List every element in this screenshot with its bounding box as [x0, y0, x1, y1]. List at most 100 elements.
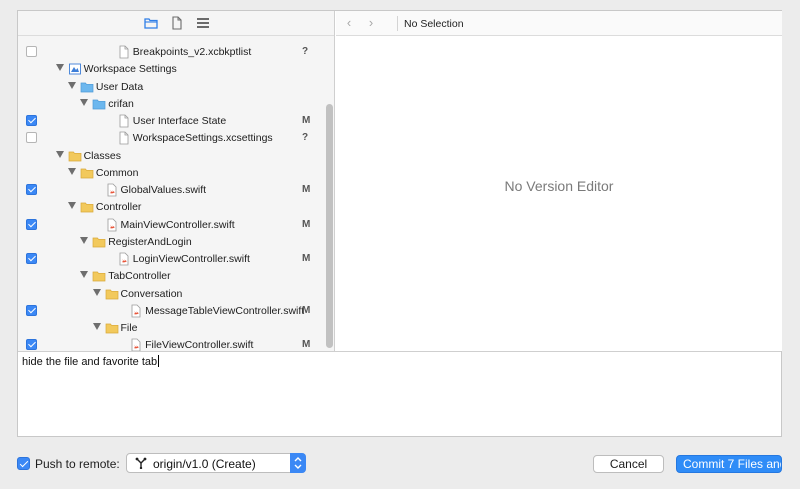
tree-row[interactable]: RegisterAndLogin — [18, 234, 322, 251]
tree-row[interactable]: User Data — [18, 79, 322, 96]
tree-row[interactable]: File — [18, 320, 322, 337]
tree-row[interactable]: LoginViewController.swift M — [18, 251, 322, 268]
list-icon[interactable] — [196, 16, 210, 30]
scm-status-badge: M — [302, 218, 311, 230]
tree-item-label: GlobalValues.swift — [120, 184, 207, 196]
tree-item-label: MessageTableViewController.swift — [145, 304, 305, 317]
disclosure-triangle-icon[interactable] — [55, 64, 64, 72]
tree-row[interactable]: Workspace Settings — [18, 61, 322, 78]
tree-row[interactable]: Conversation — [18, 286, 322, 303]
tree-row[interactable]: Classes — [18, 148, 322, 165]
include-file-checkbox[interactable] — [26, 184, 37, 195]
file-icon — [117, 131, 131, 145]
folder-icon — [68, 149, 82, 163]
disclosure-triangle-icon[interactable] — [55, 150, 64, 158]
file-navigator: Breakpoints_v2.xcbkptlist? Workspace Sett… — [18, 11, 335, 351]
scrollbar-thumb[interactable] — [326, 104, 333, 348]
tree-row[interactable]: Breakpoints_v2.xcbkptlist? — [18, 44, 322, 61]
folder-icon — [92, 235, 106, 249]
tree-item-label: RegisterAndLogin — [108, 235, 192, 248]
text-caret — [158, 355, 160, 367]
tree-item-label: Controller — [95, 201, 142, 214]
plist-file-icon — [117, 45, 131, 59]
scm-status-badge: M — [302, 253, 311, 264]
tree-row[interactable]: Controller — [18, 199, 322, 216]
swift-file-icon — [105, 183, 119, 197]
scm-status-badge: ? — [302, 132, 309, 144]
tree-item-label: Common — [95, 166, 139, 179]
scm-status-badge: ? — [302, 46, 309, 57]
tree-item-label: crifan — [108, 97, 134, 110]
disclosure-triangle-icon[interactable] — [67, 167, 76, 175]
include-file-checkbox[interactable] — [26, 115, 37, 126]
popup-stepper-icon[interactable] — [290, 453, 306, 473]
jump-bar-divider — [397, 16, 398, 31]
tree-item-label: LoginViewController.swift — [132, 253, 250, 265]
include-file-checkbox[interactable] — [26, 132, 37, 144]
tree-row[interactable]: Common — [18, 165, 322, 182]
tree-item-label: User Interface State — [132, 115, 227, 127]
commit-message-text: hide the file and favorite tab — [22, 356, 158, 368]
remote-branch-value: origin/v1.0 (Create) — [153, 457, 256, 471]
disclosure-triangle-icon[interactable] — [80, 98, 89, 106]
push-to-remote-checkbox[interactable] — [17, 457, 30, 470]
tree-row[interactable]: User Interface State M — [18, 113, 322, 130]
push-to-remote-label: Push to remote: — [35, 457, 120, 471]
commit-button[interactable]: Commit 7 Files and Push — [676, 455, 782, 473]
tree-item-label: WorkspaceSettings.xcsettings — [132, 132, 273, 145]
swift-file-icon — [129, 338, 143, 351]
back-arrow-icon[interactable]: ‹ — [342, 16, 356, 30]
jump-bar: ‹ › No Selection — [336, 11, 782, 36]
commit-sheet: Breakpoints_v2.xcbkptlist? Workspace Sett… — [17, 10, 782, 437]
navigator-tab-bar — [18, 11, 334, 36]
tree-row[interactable]: FileViewController.swift M — [18, 337, 322, 351]
document-icon[interactable] — [170, 16, 184, 30]
folder-icon — [105, 287, 119, 301]
remote-branch-popup[interactable]: origin/v1.0 (Create) — [126, 453, 306, 473]
tree-item-label: FileViewController.swift — [145, 339, 254, 351]
folder-icon — [92, 269, 106, 283]
disclosure-triangle-icon[interactable] — [92, 323, 101, 330]
include-file-checkbox[interactable] — [26, 339, 37, 351]
branch-icon — [135, 457, 147, 470]
scm-status-badge: M — [302, 339, 311, 351]
tree-row[interactable]: GlobalValues.swift M — [18, 182, 322, 199]
include-file-checkbox[interactable] — [26, 253, 37, 264]
jump-bar-selection[interactable]: No Selection — [404, 18, 464, 30]
tree-item-label: Conversation — [120, 287, 183, 300]
no-version-editor-label: No Version Editor — [504, 178, 614, 194]
swift-file-icon — [105, 218, 119, 232]
version-editor-pane: ‹ › No Selection No Version Editor — [336, 11, 782, 351]
folder-icon — [105, 321, 119, 335]
tree-row[interactable]: MessageTableViewController.swift M — [18, 303, 322, 320]
tree-scrollbar[interactable] — [324, 36, 334, 351]
swift-file-icon — [117, 252, 131, 266]
scm-status-badge: M — [302, 304, 311, 316]
tree-item-label: MainViewController.swift — [120, 218, 235, 231]
disclosure-triangle-icon[interactable] — [67, 202, 76, 210]
cancel-button[interactable]: Cancel — [593, 455, 664, 473]
tree-item-label: Workspace Settings — [83, 63, 177, 76]
disclosure-triangle-icon[interactable] — [80, 271, 89, 279]
folder-icon — [80, 200, 94, 214]
tree-item-label: File — [120, 322, 138, 334]
include-file-checkbox[interactable] — [26, 304, 37, 316]
commit-message-field[interactable]: hide the file and favorite tab — [18, 351, 781, 436]
tree-row[interactable]: WorkspaceSettings.xcsettings? — [18, 130, 322, 147]
disclosure-triangle-icon[interactable] — [67, 81, 76, 89]
tree-row[interactable]: crifan — [18, 96, 322, 113]
include-file-checkbox[interactable] — [26, 218, 37, 230]
disclosure-triangle-icon[interactable] — [92, 288, 101, 296]
include-file-checkbox[interactable] — [26, 46, 37, 57]
blue-folder-icon — [80, 80, 94, 94]
file-icon — [117, 114, 131, 128]
folder-icon — [80, 166, 94, 180]
tree-row[interactable]: MainViewController.swift M — [18, 217, 322, 234]
tree-item-label: Classes — [83, 149, 121, 162]
forward-arrow-icon[interactable]: › — [364, 16, 378, 30]
tree-row[interactable]: TabController — [18, 268, 322, 285]
folder-icon[interactable] — [144, 16, 158, 30]
disclosure-triangle-icon[interactable] — [80, 236, 89, 244]
workspace-icon — [68, 62, 82, 76]
swift-file-icon — [129, 304, 143, 318]
